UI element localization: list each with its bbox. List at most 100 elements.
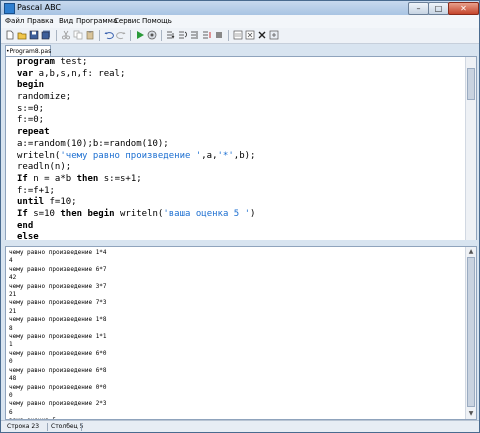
menu-service[interactable]: Сервис xyxy=(114,16,140,27)
code-line[interactable]: f:=0; xyxy=(17,115,321,127)
code-token: a,b,s,n,f: real; xyxy=(33,68,126,79)
menu-edit[interactable]: Правка xyxy=(27,16,54,27)
status-column-number: Столбец 5 xyxy=(51,423,84,430)
code-text[interactable]: program test; var a,b,s,n,f: real; begin ra… xyxy=(17,57,321,240)
menu-view[interactable]: Вид xyxy=(59,16,73,27)
code-line[interactable]: randomize; xyxy=(17,92,321,104)
stop-icon[interactable] xyxy=(214,30,224,40)
code-keyword: begin xyxy=(87,208,115,219)
status-bar: Строка 23 Столбец 5 xyxy=(1,420,479,432)
undo-icon[interactable] xyxy=(104,30,114,40)
maximize-button[interactable]: □ xyxy=(428,2,449,15)
output-line: 42 xyxy=(9,274,17,282)
code-token: randomize; xyxy=(17,92,72,103)
code-keyword: end xyxy=(17,220,34,231)
code-token: ,b); xyxy=(233,150,256,161)
code-line[interactable]: s:=0; xyxy=(17,104,321,116)
clear-output-icon[interactable] xyxy=(245,30,255,40)
trace-icon[interactable] xyxy=(202,30,212,40)
code-token: s=10 xyxy=(27,208,61,219)
code-line[interactable]: readln(n); xyxy=(17,162,321,174)
code-token: readln(n); xyxy=(17,162,72,173)
save-all-icon[interactable] xyxy=(41,30,51,40)
main-window: Pascal ABC – □ ✕ Файл Правка Вид Програм… xyxy=(0,0,480,433)
editor-scrollbar-thumb[interactable] xyxy=(467,68,475,100)
toolbar-separator xyxy=(130,30,131,41)
menu-file[interactable]: Файл xyxy=(5,16,24,27)
title-bar[interactable]: Pascal ABC – □ ✕ xyxy=(1,1,479,15)
code-keyword: program xyxy=(17,57,55,67)
output-line: чему равно произведение 1*4 xyxy=(9,249,107,256)
code-line[interactable]: end xyxy=(17,221,321,233)
code-keyword: then xyxy=(60,208,83,219)
new-file-icon[interactable] xyxy=(5,30,15,40)
output-line: 6 xyxy=(9,408,13,416)
run-icon[interactable] xyxy=(135,30,145,40)
compile-icon[interactable] xyxy=(147,30,157,40)
code-token: ) xyxy=(250,208,256,219)
code-line[interactable]: var a,b,s,n,f: real; xyxy=(17,69,321,81)
code-token: a:=random(10);b:=random(10); xyxy=(17,138,169,149)
output-line: 48 xyxy=(9,375,17,383)
scroll-down-icon[interactable]: ▼ xyxy=(467,410,475,418)
run-to-cursor-icon[interactable] xyxy=(190,30,200,40)
output-text: чему равно произведение 1*4 4 чему равно п… xyxy=(9,249,107,419)
menu-help[interactable]: Помощь xyxy=(142,16,172,27)
code-token: writeln( xyxy=(17,150,61,161)
menu-bar: Файл Правка Вид Программа Сервис Помощь xyxy=(1,15,479,28)
close-icon[interactable] xyxy=(257,30,267,40)
output-line: чему равно произведение 0*0 xyxy=(9,383,107,391)
watch-icon[interactable] xyxy=(233,30,243,40)
step-over-icon[interactable] xyxy=(178,30,188,40)
output-line: 21 xyxy=(9,291,17,299)
open-file-icon[interactable] xyxy=(17,30,27,40)
scroll-up-icon[interactable]: ▲ xyxy=(467,248,475,256)
output-scrollbar[interactable]: ▲ ▼ xyxy=(465,247,476,419)
toolbar-separator xyxy=(56,30,57,41)
output-line: 0 xyxy=(9,391,13,399)
code-line[interactable]: writeln('чему равно произведение ',a,'*'… xyxy=(17,151,321,163)
code-string: 'чему равно произведение ' xyxy=(60,150,202,161)
close-button[interactable]: ✕ xyxy=(448,2,479,15)
output-line: 21 xyxy=(9,307,17,315)
editor-scrollbar[interactable] xyxy=(465,57,476,240)
output-line: чему равно произведение 6*0 xyxy=(9,349,107,357)
toolbar-separator xyxy=(228,30,229,41)
options-icon[interactable] xyxy=(269,30,279,40)
step-into-icon[interactable] xyxy=(166,30,176,40)
status-separator xyxy=(47,423,48,431)
cut-icon[interactable] xyxy=(61,30,71,40)
paste-icon[interactable] xyxy=(85,30,95,40)
code-line[interactable]: repeat xyxy=(17,127,321,139)
output-line: 0 xyxy=(9,358,13,366)
code-line[interactable]: a:=random(10);b:=random(10); xyxy=(17,139,321,151)
code-token: f=10; xyxy=(44,197,77,208)
code-keyword: begin xyxy=(17,80,45,91)
output-line: чему равно произведение 1*1 xyxy=(9,333,107,341)
copy-icon[interactable] xyxy=(73,30,83,40)
code-line[interactable]: until f=10; xyxy=(17,197,321,209)
code-keyword: then xyxy=(76,173,99,184)
code-line[interactable]: f:=f+1; xyxy=(17,186,321,198)
toolbar xyxy=(1,28,479,44)
code-keyword: var xyxy=(17,68,34,79)
status-line-number: Строка 23 xyxy=(7,423,40,430)
output-scrollbar-thumb[interactable] xyxy=(467,257,475,407)
code-line[interactable]: begin xyxy=(17,80,321,92)
menu-program[interactable]: Программа xyxy=(76,16,117,27)
code-line[interactable]: If s=10 then begin writeln('ваша оценка … xyxy=(17,209,321,221)
minimize-button[interactable]: – xyxy=(408,2,429,15)
redo-icon[interactable] xyxy=(116,30,126,40)
code-token: f:=0; xyxy=(17,115,45,126)
code-token: ,a, xyxy=(201,150,218,161)
save-icon[interactable] xyxy=(29,30,39,40)
code-line[interactable]: If n = a*b then s:=s+1; xyxy=(17,174,321,186)
output-window[interactable]: чему равно произведение 1*4 4 чему равно п… xyxy=(5,246,477,420)
output-line: чему равно произведение 6*8 xyxy=(9,366,107,374)
output-line: 8 xyxy=(9,324,13,332)
code-token: n = a*b xyxy=(27,173,77,184)
code-line[interactable]: program test; xyxy=(17,57,321,69)
code-editor[interactable]: program test; var a,b,s,n,f: real; begin ra… xyxy=(5,56,477,241)
output-line: чему равно произведение 6*7 xyxy=(9,265,107,273)
code-string: '*' xyxy=(217,150,234,161)
